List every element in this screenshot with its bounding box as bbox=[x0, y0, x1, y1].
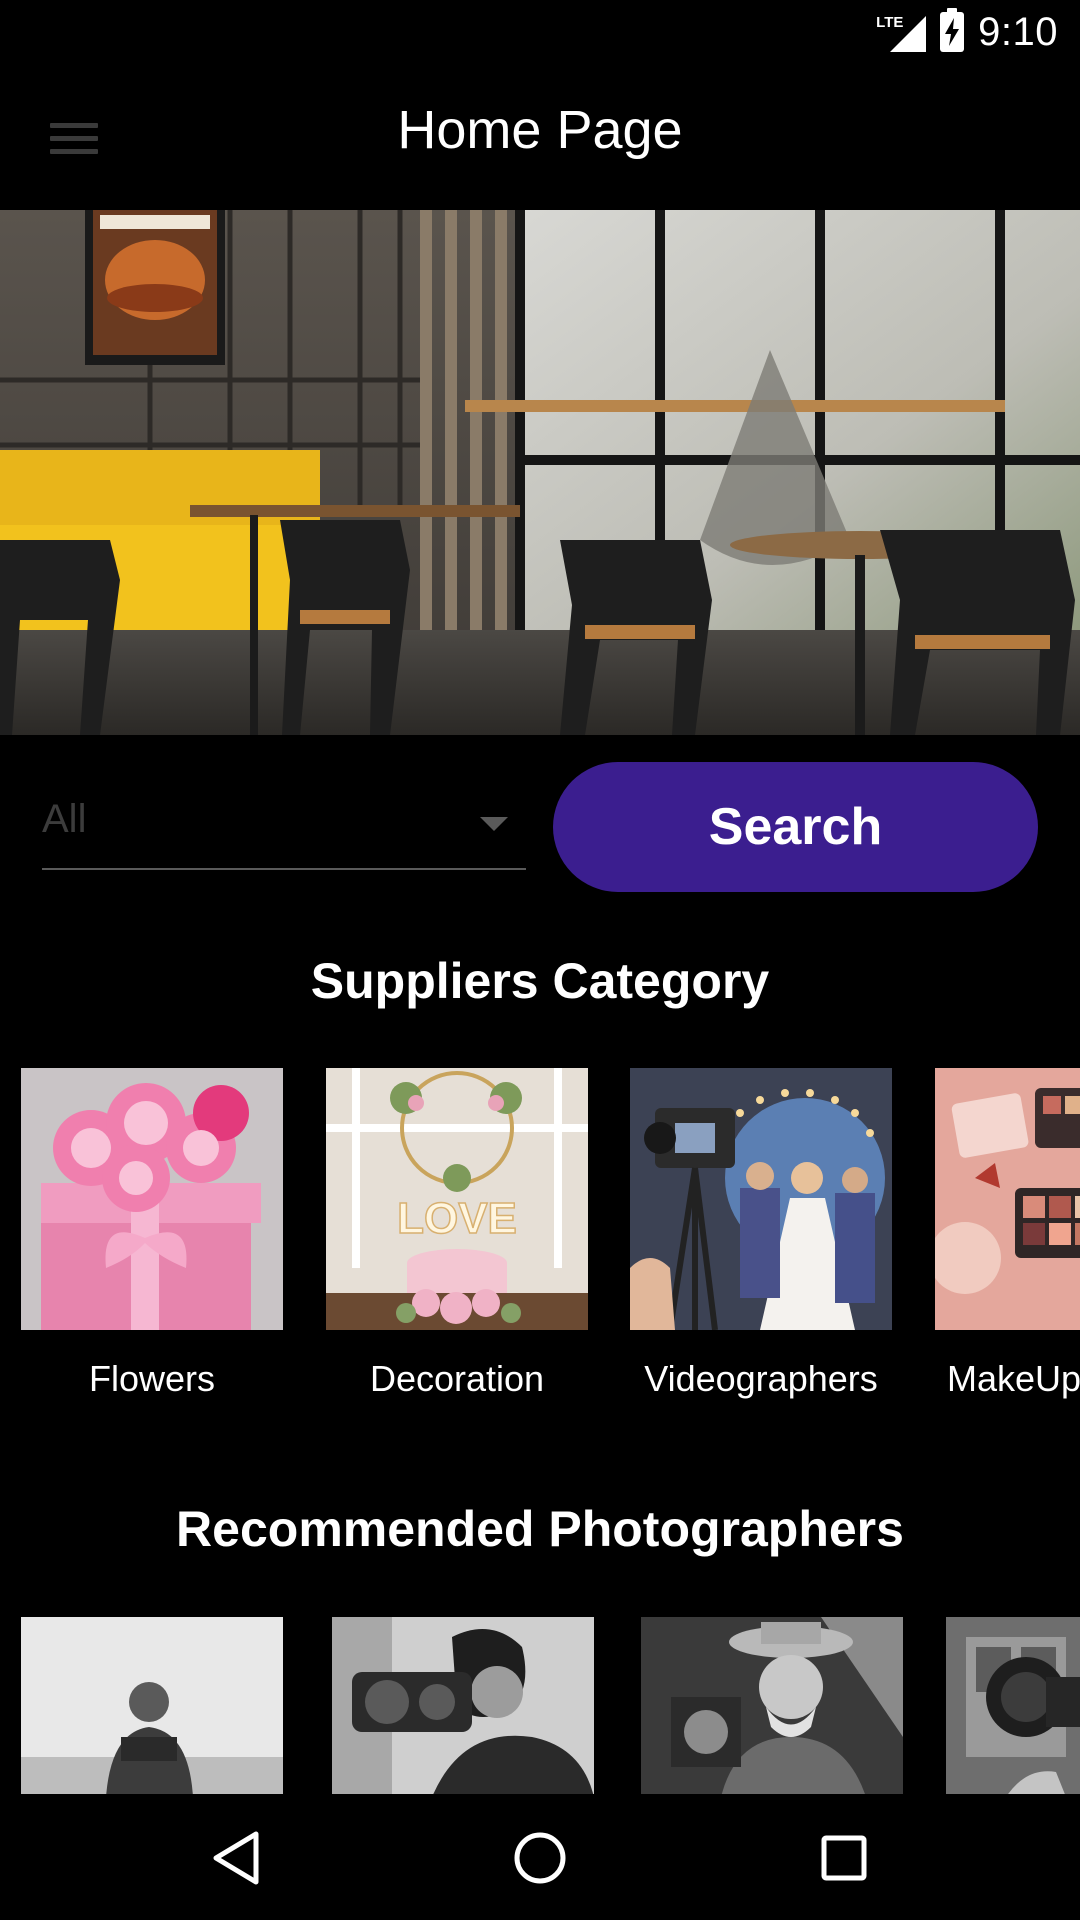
dropdown-selected-value: All bbox=[42, 797, 87, 841]
category-label: Decoration bbox=[369, 1358, 545, 1399]
back-triangle-icon[interactable] bbox=[196, 1818, 276, 1898]
page-title: Home Page bbox=[397, 100, 683, 160]
category-label: Flowers bbox=[88, 1358, 216, 1399]
makeup-image bbox=[935, 1068, 1080, 1330]
photographer-card[interactable] bbox=[946, 1617, 1080, 1794]
suppliers-category-title: Suppliers Category bbox=[310, 953, 770, 1009]
lte-signal-icon: LTE bbox=[876, 12, 927, 52]
app-bar: Home Page bbox=[0, 63, 1080, 210]
flowers-image bbox=[21, 1068, 283, 1330]
decoration-image: LOVE bbox=[326, 1068, 588, 1330]
photographer-card[interactable] bbox=[21, 1617, 283, 1794]
category-label: MakeUp bbox=[947, 1358, 1080, 1399]
photographers-list bbox=[0, 1617, 1080, 1794]
status-clock: 9:10 bbox=[978, 9, 1058, 54]
photographer-card[interactable] bbox=[641, 1617, 903, 1794]
status-icons: LTE 9:10 bbox=[876, 8, 1058, 56]
hero-restaurant-image bbox=[0, 210, 1080, 735]
caret-down-icon bbox=[480, 817, 508, 831]
recents-square-icon[interactable] bbox=[804, 1818, 884, 1898]
system-navigation-bar bbox=[0, 1794, 1080, 1920]
svg-text:LOVE: LOVE bbox=[397, 1194, 517, 1243]
category-label: Videographers bbox=[644, 1358, 878, 1399]
status-bar: LTE 9:10 bbox=[0, 0, 1080, 63]
photographer-card[interactable] bbox=[332, 1617, 594, 1794]
suppliers-category-list: Flowers LOVE Decoration Videographers Ma… bbox=[0, 1068, 1080, 1408]
recommended-photographers-title: Recommended Photographers bbox=[176, 1501, 904, 1557]
search-button[interactable]: Search bbox=[553, 762, 1038, 892]
battery-charging-icon bbox=[940, 8, 965, 52]
home-circle-icon[interactable] bbox=[500, 1818, 580, 1898]
search-row: All Search bbox=[0, 735, 1080, 925]
category-dropdown[interactable]: All bbox=[42, 785, 526, 870]
videographers-image bbox=[630, 1068, 892, 1330]
